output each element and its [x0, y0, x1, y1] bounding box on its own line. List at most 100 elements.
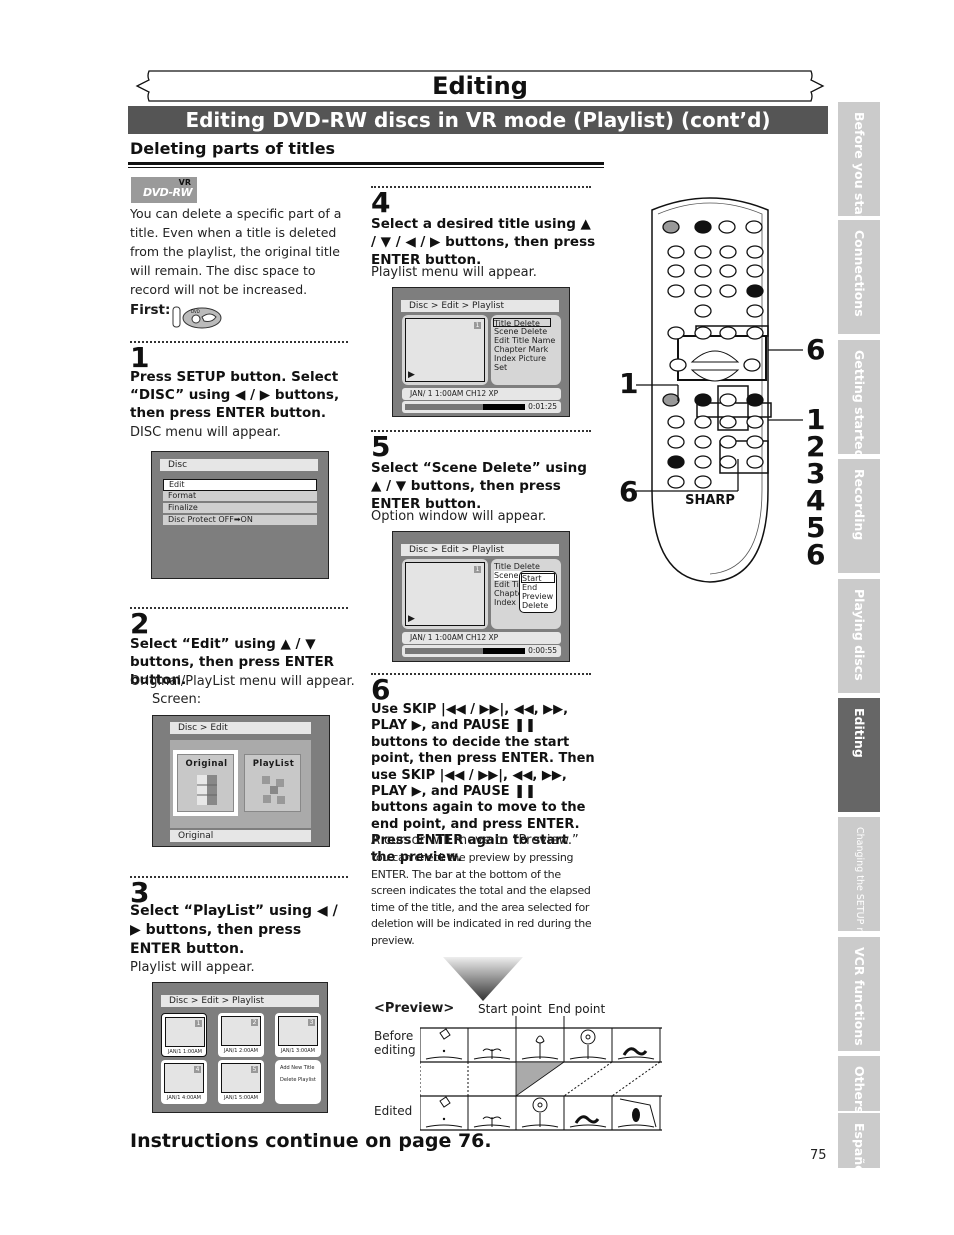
title-thumbnail[interactable]: 1 ▶	[405, 562, 485, 626]
step-6-number: 6	[371, 673, 391, 706]
dvd-button[interactable]	[719, 326, 737, 340]
delete-playlist-action[interactable]: Delete Playlist	[280, 1077, 318, 1083]
recording-info: JAN/ 1 1:00AM CH12 XP	[402, 632, 561, 644]
playlist-title-card[interactable]: 5 JAN/1 5:00AM	[218, 1060, 264, 1104]
heading-rule	[128, 162, 604, 165]
before-editing-label: Before editing	[374, 1029, 416, 1057]
screen-title: Disc > Edit	[170, 722, 311, 734]
first-label: First:	[130, 302, 171, 318]
video-tv-button[interactable]	[746, 284, 764, 298]
playlist-menu-panel: Title Delete Scene D Edit Tit Chapte Ind…	[491, 559, 561, 629]
pause-button[interactable]	[746, 326, 764, 340]
elapsed-time: 0:00:55	[528, 646, 557, 655]
deleted-region	[515, 1061, 566, 1097]
dvd-button-icon: DVD	[172, 306, 222, 329]
callout-6-right: 6	[806, 333, 826, 366]
menu-item-edit[interactable]: Edit	[163, 479, 317, 491]
step-3-instruction: Select “PlayList” using ◀ / ▶ buttons, t…	[130, 903, 338, 957]
preview-panel: 1 ▶	[402, 559, 488, 629]
butterfly-cocoon-icon	[632, 1108, 640, 1122]
sidebar-tab[interactable]: Recording	[838, 459, 880, 573]
menu-item-finalize[interactable]: Finalize	[163, 503, 317, 513]
playlist-title-card[interactable]: 2 JAN/1 2:00AM	[218, 1013, 264, 1057]
title-thumbnail: 5	[221, 1063, 261, 1093]
title-date: JAN/1 5:00AM	[224, 1095, 258, 1101]
menu-item-edit-title-name[interactable]: Edit Title Name	[494, 336, 555, 345]
digit-1-button[interactable]	[667, 245, 685, 259]
sidebar-tab[interactable]: Connections	[838, 220, 880, 334]
menu-item-format[interactable]: Format	[163, 491, 317, 501]
rec-mode-button[interactable]	[694, 220, 712, 234]
menu-item-title-delete[interactable]: Title Delete	[494, 562, 540, 571]
sidebar-tab[interactable]: Editing	[838, 698, 880, 812]
preview-panel: 1 ▶	[402, 315, 488, 385]
intro-text: You can delete a specific part of a titl…	[130, 206, 342, 297]
playlist-actions-card: Add New Title Delete Playlist	[275, 1060, 321, 1104]
menu-item-index-picture-set[interactable]: Index Picture Set	[494, 354, 561, 372]
menu-item-edit-title[interactable]: Edit Tit	[494, 580, 522, 589]
sidebar-tab[interactable]: Others	[838, 1056, 880, 1111]
sidebar-tab[interactable]: VCR functions	[838, 937, 880, 1051]
option-end[interactable]: End	[522, 583, 537, 592]
fast-forward-button[interactable]	[743, 358, 761, 372]
ch-up-button[interactable]	[746, 245, 764, 259]
step-divider	[130, 607, 348, 609]
menu-item-chapter-mark[interactable]: Chapter Mark	[494, 345, 548, 354]
recording-info: JAN/ 1 1:00AM CH12 XP	[402, 388, 561, 400]
preview-filmstrip	[420, 1016, 662, 1131]
ground-line	[617, 1056, 655, 1060]
digit-2-button[interactable]	[694, 245, 712, 259]
digit-8-button[interactable]	[694, 284, 712, 298]
time-bar: 0:01:25	[402, 401, 561, 413]
step-divider	[371, 186, 591, 188]
digit-9-button[interactable]	[719, 284, 737, 298]
ground-line	[425, 1124, 463, 1128]
ch-down-button[interactable]	[746, 264, 764, 278]
progress-elapsed	[405, 404, 483, 410]
sidebar-tab[interactable]: Playing discs	[838, 579, 880, 693]
option-start[interactable]: Start	[521, 573, 555, 583]
display-button[interactable]	[667, 326, 685, 340]
slow-button[interactable]	[746, 304, 764, 318]
option-preview[interactable]: Preview	[522, 592, 553, 601]
digit-0-button[interactable]	[694, 304, 712, 318]
sidebar-tab[interactable]: Getting started	[838, 340, 880, 454]
menu-item-scene-delete[interactable]: Scene Delete	[494, 327, 547, 336]
digit-5-button[interactable]	[694, 264, 712, 278]
option-playlist[interactable]: PlayList	[244, 754, 301, 812]
sidebar-tab[interactable]: Español	[838, 1113, 880, 1168]
add-new-title-action[interactable]: Add New Title	[280, 1065, 318, 1071]
edit-options-panel: Original PlayList	[170, 740, 311, 828]
vcr-button[interactable]	[694, 326, 712, 340]
option-delete[interactable]: Delete	[522, 601, 548, 610]
menu-item-disc-protect[interactable]: Disc Protect OFF➡ON	[163, 515, 317, 525]
power-button[interactable]	[662, 220, 680, 234]
playlist-title-card[interactable]: 3 JAN/1 3:00AM	[275, 1013, 321, 1057]
scattered-cubes-icon	[262, 776, 285, 804]
progress-track	[405, 404, 525, 410]
digit-7-button[interactable]	[667, 284, 685, 298]
title-number-badge: 5	[251, 1066, 258, 1073]
connector-line	[611, 1061, 661, 1097]
digit-3-button[interactable]	[719, 245, 737, 259]
cube-stack-icon	[197, 775, 217, 805]
playlist-title-card[interactable]: 1 JAN/1 1:00AM	[161, 1013, 207, 1057]
digit-6-button[interactable]	[719, 264, 737, 278]
play-icon: ▶	[408, 614, 415, 624]
hand-seed-icon	[442, 1049, 446, 1053]
sidebar-tab[interactable]: Before you start	[838, 102, 880, 216]
audio-button[interactable]	[718, 220, 736, 234]
open-close-button[interactable]	[745, 220, 763, 234]
playlist-title-card[interactable]: 4 JAN/1 4:00AM	[161, 1060, 207, 1104]
menu-item-title-delete[interactable]: Title Delete	[493, 318, 551, 328]
option-original[interactable]: Original	[177, 754, 234, 812]
step-divider	[130, 876, 348, 878]
rewind-button[interactable]	[669, 358, 687, 372]
title-number-badge: 1	[474, 566, 481, 573]
down-arrow-graphic	[443, 957, 523, 1001]
title-thumbnail[interactable]: 1 ▶	[405, 318, 485, 382]
sidebar-tab[interactable]: Changing the SETUP menu	[838, 817, 880, 931]
title-thumbnail: 3	[278, 1016, 318, 1046]
callout-6-left: 6	[619, 475, 639, 508]
digit-4-button[interactable]	[667, 264, 685, 278]
